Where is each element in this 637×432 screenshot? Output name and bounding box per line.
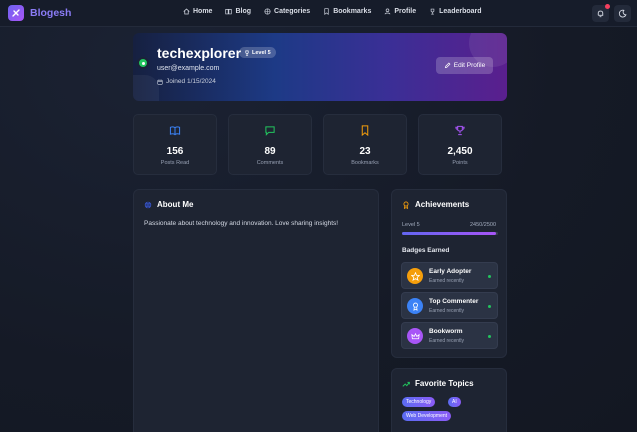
topics-title: Favorite Topics [402,379,474,388]
about-card: About Me Passionate about technology and… [133,189,379,432]
comment-icon [265,126,275,136]
profile-joined: Joined 1/15/2024 [157,78,216,85]
bookmark-icon [361,125,369,136]
badge-name: Top Commenter [429,298,479,305]
badge-name: Early Adopter [429,268,472,275]
trophy-icon [455,125,465,136]
achievements-card: Achievements Level 5 2450/2500 Badges Ea… [391,189,507,358]
level-label: Level 5 [402,222,420,228]
level-progress-row: Level 5 2450/2500 [402,222,496,228]
badge-name: Bookworm [429,328,463,335]
trophy-icon [430,8,435,15]
online-status-indicator [137,57,149,69]
stat-card-points: 2,450 Points [418,114,502,175]
logo-icon [8,5,24,21]
joined-date: Joined 1/15/2024 [166,78,216,85]
theme-toggle-button[interactable] [614,5,631,22]
badges-label: Badges Earned [402,247,450,254]
stat-label: Bookmarks [351,160,379,166]
main-nav: Home Blog Categories Bookmarks Profile L… [183,8,482,15]
stat-value: 89 [264,146,276,157]
topic-tag[interactable]: AI [448,397,461,407]
stat-card-comments: 89 Comments [228,114,312,175]
topics-title-label: Favorite Topics [415,379,474,388]
stat-label: Posts Read [160,160,190,166]
edit-icon [444,62,451,69]
bookmark-icon [324,8,329,15]
level-badge: Level 5 [239,47,276,58]
book-icon [225,9,233,15]
star-icon [407,268,423,284]
globe-icon [264,8,271,15]
achievements-title-label: Achievements [415,200,470,209]
app-name: Blogesh [30,7,72,19]
trending-up-icon [402,381,410,387]
nav-actions [592,4,631,22]
notification-dot [605,4,610,9]
notifications-button[interactable] [592,4,610,22]
level-progress-fill [402,232,497,235]
profile-email: user@example.com [157,65,220,72]
nav-item-bookmarks[interactable]: Bookmarks [323,8,371,15]
home-icon [183,8,190,15]
badge-bookworm[interactable]: Bookworm Earned recently [401,322,498,349]
stat-value: 23 [359,146,371,157]
nav-item-leaderboard[interactable]: Leaderboard [429,8,482,15]
nav-item-profile[interactable]: Profile [384,8,416,15]
stat-card-bookmarks: 23 Bookmarks [323,114,407,175]
topic-tag[interactable]: Web Development [402,411,452,421]
nav-item-label: Blog [235,8,252,15]
stat-label: Comments [256,160,284,166]
profile-username: techexplorer [157,45,242,61]
about-text: Passionate about technology and innovati… [144,220,339,227]
award-icon [403,201,409,209]
level-progress-bar [402,232,498,235]
badge-status-dot [488,305,491,308]
badge-subtitle: Earned recently [429,308,465,314]
about-title-label: About Me [157,200,194,209]
stat-value: 156 [166,146,184,157]
stat-card-posts-read: 156 Posts Read [133,114,217,175]
globe-icon [144,201,152,209]
nav-item-categories[interactable]: Categories [264,8,310,15]
moon-icon [618,9,627,18]
badge-subtitle: Earned recently [429,338,465,344]
nav-item-label: Profile [394,8,417,15]
crown-icon [407,328,423,344]
level-progress-text: 2450/2500 [470,222,496,228]
badge-early-adopter[interactable]: Early Adopter Earned recently [401,262,498,289]
nav-item-label: Leaderboard [439,8,482,15]
badge-top-commenter[interactable]: Top Commenter Earned recently [401,292,498,319]
bell-icon [597,10,604,18]
edit-profile-button[interactable]: Edit Profile [436,57,493,74]
badge-status-dot [488,335,491,338]
user-icon [385,8,391,15]
stat-value: 2,450 [447,146,473,157]
level-badge-label: Level 5 [252,49,271,56]
nav-item-blog[interactable]: Blog [225,8,251,15]
achievements-title: Achievements [402,200,469,209]
badge-status-dot [488,275,491,278]
top-navbar: Blogesh Home Blog Categories Bookmarks P… [0,0,637,27]
calendar-icon [157,79,163,85]
medal-icon [407,298,423,314]
badge-subtitle: Earned recently [429,278,465,284]
nav-item-home[interactable]: Home [183,8,212,15]
book-open-icon [169,126,181,136]
about-title: About Me [144,200,193,209]
stat-label: Points [452,160,468,166]
nav-item-label: Categories [274,8,311,15]
nav-item-label: Home [193,8,213,15]
edit-profile-label: Edit Profile [453,62,486,69]
nav-item-label: Bookmarks [333,8,372,15]
favorite-topics-card: Favorite Topics Technology AI Web Develo… [391,368,507,432]
topic-tag[interactable]: Technology [402,397,436,407]
banner-avatar-shape [133,75,159,101]
app-logo[interactable]: Blogesh [8,5,71,21]
trophy-icon [245,50,249,56]
